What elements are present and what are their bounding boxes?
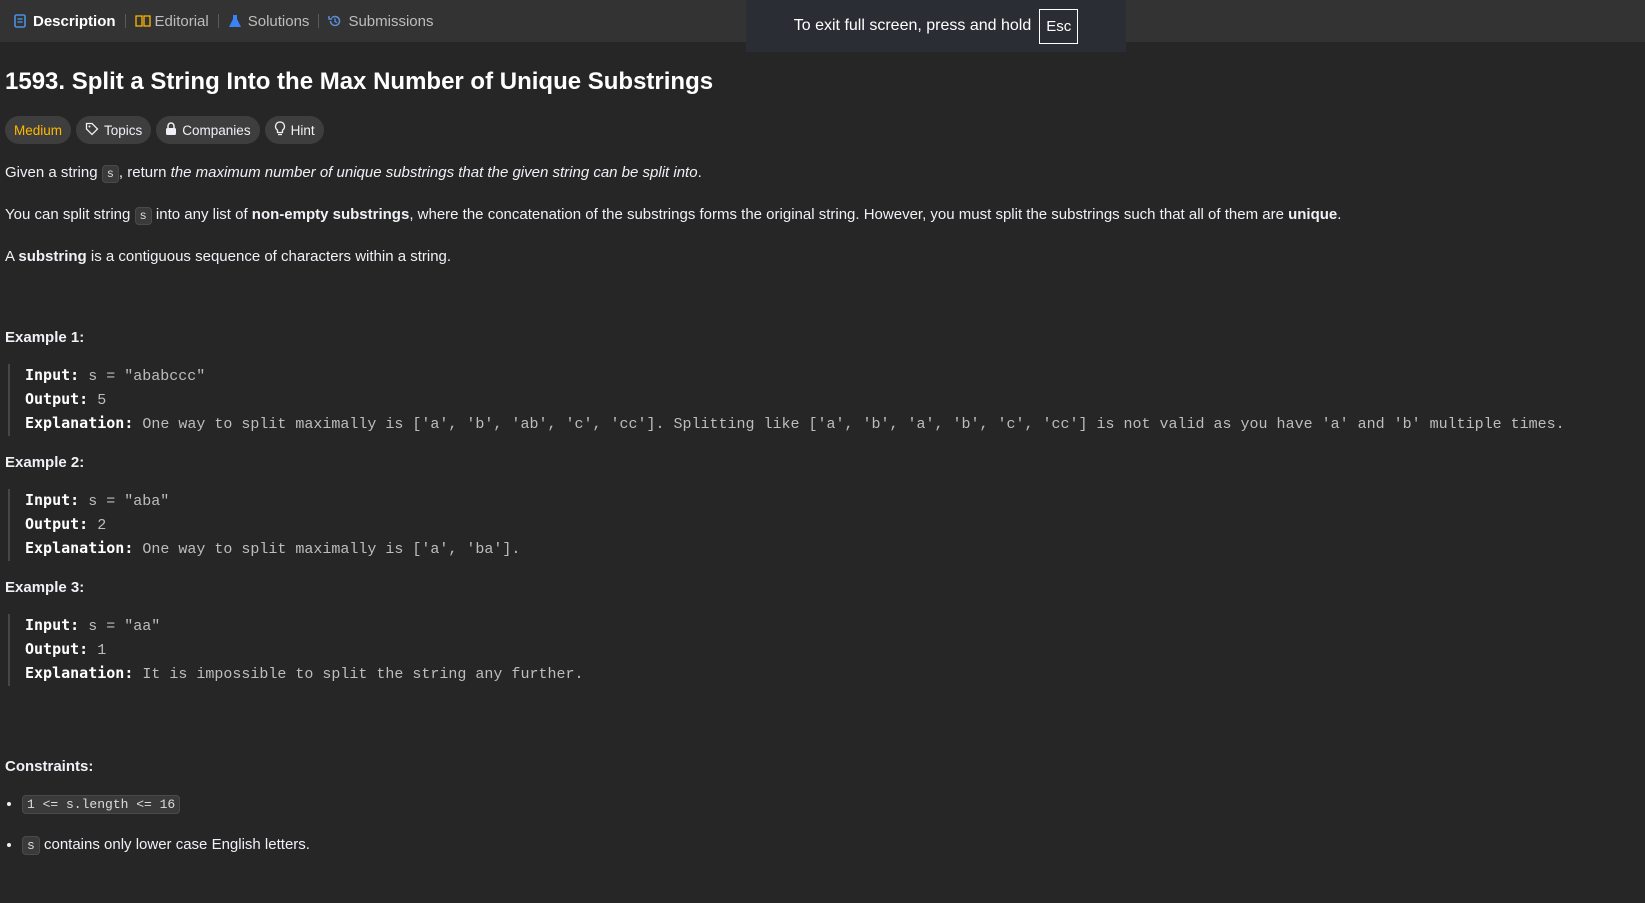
example-3-title: Example 3: [5,579,85,596]
statement-paragraph-1: Given a string s, return the maximum num… [5,164,702,183]
inline-code: s [101,165,119,183]
inline-code: s [134,207,152,225]
example-2-title: Example 2: [5,454,85,471]
inline-code: 1 <= s.length <= 16 [22,795,181,814]
lightbulb-icon [274,121,286,139]
tab-submissions[interactable]: Submissions [319,13,442,30]
esc-key-badge: Esc [1039,8,1079,44]
fullscreen-message: To exit full screen, press and hold [793,17,1032,34]
constraints-title: Constraints: [5,758,94,775]
problem-title: 1593. Split a String Into the Max Number… [5,68,714,95]
tab-solutions-label: Solutions [247,12,310,30]
tag-icon [85,122,99,139]
inline-code: s [22,836,40,855]
lock-icon [165,121,177,139]
constraints-list: 1 <= s.length <= 16 s contains only lowe… [5,793,1640,857]
example-3-block: Input: s = "aa" Output: 1 Explanation: I… [8,614,1640,686]
document-icon [13,14,27,28]
difficulty-label: Medium [14,122,63,138]
tab-solutions[interactable]: Solutions [219,13,319,30]
constraint-item: 1 <= s.length <= 16 [22,793,1640,816]
history-icon [328,14,342,28]
problem-tags: Medium Topics Companies Hint [5,116,1640,144]
statement-paragraph-3: A substring is a contiguous sequence of … [5,248,452,265]
hint-tag[interactable]: Hint [264,116,324,144]
topics-tag[interactable]: Topics [76,116,152,144]
tab-submissions-label: Submissions [348,12,434,30]
book-icon [134,14,151,28]
problem-description: 1593. Split a String Into the Max Number… [0,68,1645,857]
topics-label: Topics [104,122,143,138]
fullscreen-exit-banner: To exit full screen, press and hold Esc [746,0,1126,52]
tab-editorial-label: Editorial [154,12,209,30]
hint-label: Hint [290,122,315,138]
tab-description[interactable]: Description [4,13,125,30]
flask-icon [228,14,242,28]
example-1-title: Example 1: [5,329,85,346]
tab-description-label: Description [33,12,116,30]
tab-editorial[interactable]: Editorial [126,13,218,30]
tab-bar: Description Editorial Solutions Submissi… [0,0,1645,52]
example-1-block: Input: s = "ababccc" Output: 5 Explanati… [8,364,1640,436]
companies-tag[interactable]: Companies [156,116,260,144]
difficulty-badge[interactable]: Medium [5,116,72,144]
example-2-block: Input: s = "aba" Output: 2 Explanation: … [8,489,1640,561]
constraint-item: s contains only lower case English lette… [22,834,1640,857]
statement-paragraph-2: You can split string s into any list of … [5,206,1342,225]
companies-label: Companies [182,122,251,138]
